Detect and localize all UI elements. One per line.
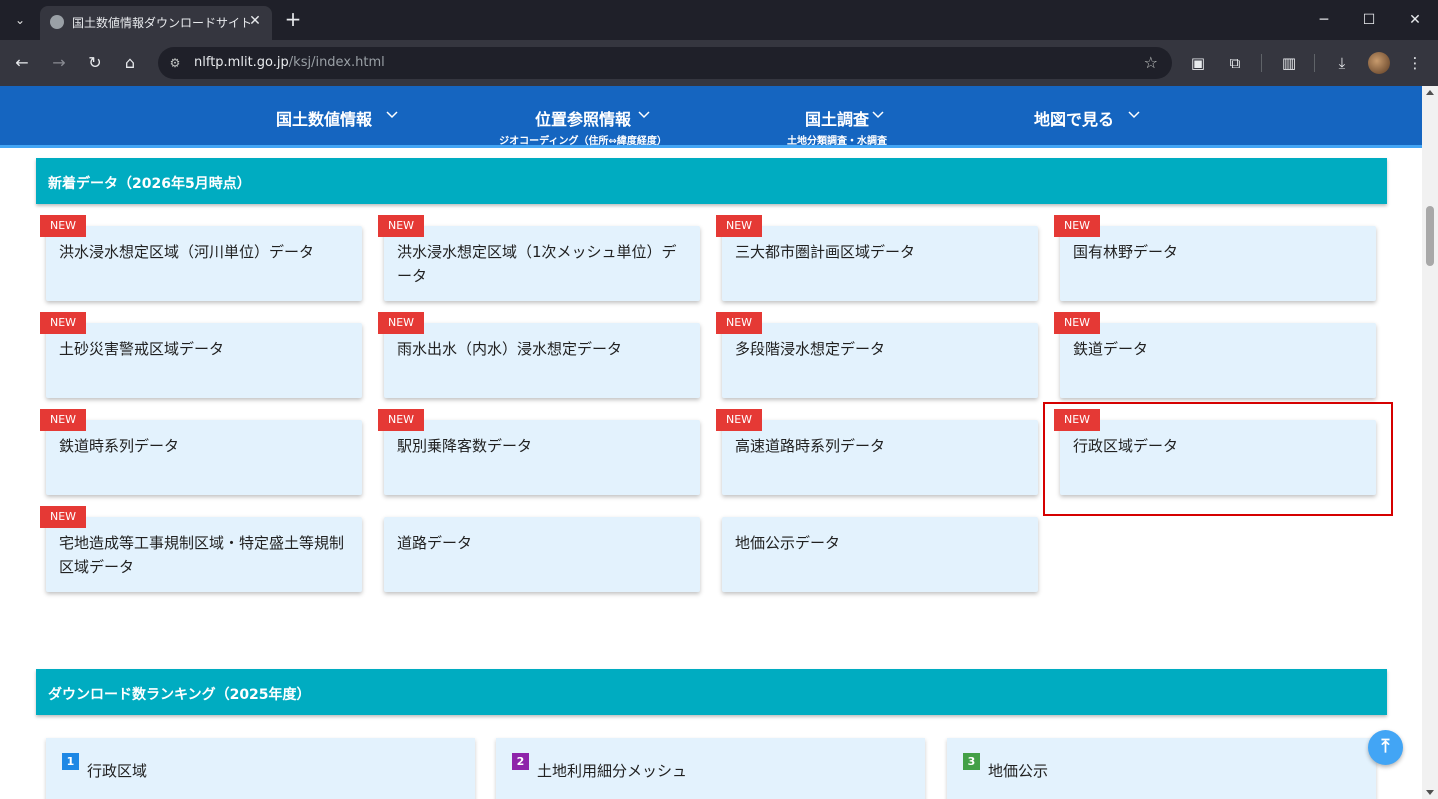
data-card[interactable]: 雨水出水（内水）浸水想定データ xyxy=(384,323,700,398)
ranking-heading: ダウンロード数ランキング（2025年度） xyxy=(36,669,1387,715)
data-card[interactable]: 国有林野データ xyxy=(1060,226,1376,301)
ranking-card-1[interactable]: 1 行政区域 xyxy=(46,738,475,799)
data-card[interactable]: 鉄道時系列データ xyxy=(46,420,362,495)
tab-search-chevron-icon[interactable]: ⌄ xyxy=(8,8,32,32)
extensions-icon[interactable]: ⧉ xyxy=(1223,51,1247,75)
nav-label: 国土数値情報 xyxy=(276,110,373,129)
card-label: 高速道路時系列データ xyxy=(735,437,886,455)
data-card[interactable]: 多段階浸水想定データ xyxy=(722,323,1038,398)
card-label: 洪水浸水想定区域（河川単位）データ xyxy=(59,243,315,261)
new-badge: NEW xyxy=(1054,312,1100,334)
scroll-down-arrow-icon[interactable] xyxy=(1426,790,1434,795)
rank-number: 3 xyxy=(963,753,980,770)
toolbar-divider xyxy=(1261,54,1262,72)
scroll-up-arrow-icon[interactable] xyxy=(1426,90,1434,95)
card-label: 地価公示データ xyxy=(735,534,841,552)
data-card[interactable]: 洪水浸水想定区域（河川単位）データ xyxy=(46,226,362,301)
scroll-to-top-button[interactable]: ⤒ xyxy=(1368,730,1403,765)
forward-icon[interactable]: → xyxy=(47,51,71,75)
profile-avatar[interactable] xyxy=(1368,52,1390,74)
card-label: 三大都市圏計画区域データ xyxy=(735,243,916,261)
maximize-icon[interactable]: ☐ xyxy=(1357,8,1381,32)
data-card[interactable]: 鉄道データ xyxy=(1060,323,1376,398)
new-badge: NEW xyxy=(40,215,86,237)
new-badge: NEW xyxy=(378,409,424,431)
new-tab-icon[interactable]: + xyxy=(282,8,304,30)
rank-label: 行政区域 xyxy=(87,762,148,780)
bookmark-star-icon[interactable]: ☆ xyxy=(1144,53,1158,72)
ranking-card-3[interactable]: 3 地価公示 xyxy=(947,738,1376,799)
rank-number: 1 xyxy=(62,753,79,770)
card-label: 多段階浸水想定データ xyxy=(735,340,886,358)
browser-toolbar: ← → ↻ ⌂ ⚙ nlftp.mlit.go.jp/ksj/index.htm… xyxy=(0,40,1438,86)
data-card[interactable]: 高速道路時系列データ xyxy=(722,420,1038,495)
toolbar-divider xyxy=(1314,54,1315,72)
back-icon[interactable]: ← xyxy=(10,51,34,75)
rank-label: 地価公示 xyxy=(988,762,1049,780)
tab-title: 国土数値情報ダウンロードサイト xyxy=(72,16,253,30)
rank-number: 2 xyxy=(512,753,529,770)
browser-tabbar: ⌄ 国土数値情報ダウンロードサイト ✕ + ─ ☐ ✕ xyxy=(0,0,1438,40)
card-label: 雨水出水（内水）浸水想定データ xyxy=(397,340,623,358)
cast-icon[interactable]: ▣ xyxy=(1186,51,1210,75)
site-header: 国土数値情報 位置参照情報 ジオコーディング（住所⇔緯度経度） 国土調査 土地分… xyxy=(0,86,1422,148)
download-icon[interactable]: ⤓ xyxy=(1330,51,1354,75)
reload-icon[interactable]: ↻ xyxy=(83,51,107,75)
new-badge: NEW xyxy=(40,506,86,528)
data-card[interactable]: 三大都市圏計画区域データ xyxy=(722,226,1038,301)
data-card[interactable]: 道路データ xyxy=(384,517,700,592)
more-menu-icon[interactable]: ⋮ xyxy=(1403,51,1427,75)
card-label: 道路データ xyxy=(397,534,473,552)
card-label: 洪水浸水想定区域（1次メッシュ単位）データ xyxy=(397,243,677,285)
chevron-down-icon[interactable] xyxy=(1128,108,1140,120)
new-badge: NEW xyxy=(716,215,762,237)
chevron-down-icon[interactable] xyxy=(386,108,398,120)
new-badge: NEW xyxy=(716,312,762,334)
url-text[interactable]: nlftp.mlit.go.jp/ksj/index.html xyxy=(194,55,385,70)
new-badge: NEW xyxy=(1054,215,1100,237)
nav-item-ksj[interactable]: 国土数値情報 xyxy=(276,86,372,145)
data-card[interactable]: 宅地造成等工事規制区域・特定盛土等規制区域データ xyxy=(46,517,362,592)
card-label: 宅地造成等工事規制区域・特定盛土等規制区域データ xyxy=(59,534,345,576)
home-icon[interactable]: ⌂ xyxy=(118,51,142,75)
close-window-icon[interactable]: ✕ xyxy=(1403,8,1427,32)
data-card[interactable]: 駅別乗降客数データ xyxy=(384,420,700,495)
card-label: 国有林野データ xyxy=(1073,243,1179,261)
minimize-icon[interactable]: ─ xyxy=(1312,8,1336,32)
nav-sublabel: 土地分類調査・水調査 xyxy=(787,136,887,147)
data-card[interactable]: 土砂災害警戒区域データ xyxy=(46,323,362,398)
new-badge: NEW xyxy=(40,409,86,431)
new-badge: NEW xyxy=(40,312,86,334)
new-data-heading: 新着データ（2026年5月時点） xyxy=(36,158,1387,204)
chevron-down-icon[interactable] xyxy=(872,108,884,120)
address-bar[interactable]: ⚙ nlftp.mlit.go.jp/ksj/index.html ☆ xyxy=(158,47,1172,79)
nav-item-map[interactable]: 地図で見る xyxy=(1030,86,1118,145)
scroll-thumb[interactable] xyxy=(1426,206,1434,266)
page-scrollbar[interactable] xyxy=(1422,86,1438,799)
card-label: 鉄道データ xyxy=(1073,340,1149,358)
nav-sublabel: ジオコーディング（住所⇔緯度経度） xyxy=(499,136,667,147)
close-tab-icon[interactable]: ✕ xyxy=(246,12,264,30)
new-badge: NEW xyxy=(716,409,762,431)
chevron-down-icon[interactable] xyxy=(638,108,650,120)
site-info-icon[interactable]: ⚙ xyxy=(166,54,184,72)
data-card[interactable]: 地価公示データ xyxy=(722,517,1038,592)
highlight-box xyxy=(1043,402,1393,516)
card-label: 土砂災害警戒区域データ xyxy=(59,340,225,358)
page-content: 新着データ（2026年5月時点） 洪水浸水想定区域（河川単位）データ NEW 洪水浸… xyxy=(0,148,1422,799)
new-badge: NEW xyxy=(378,312,424,334)
data-card[interactable]: 洪水浸水想定区域（1次メッシュ単位）データ xyxy=(384,226,700,301)
ranking-card-2[interactable]: 2 土地利用細分メッシュ xyxy=(496,738,925,799)
browser-tab[interactable]: 国土数値情報ダウンロードサイト ✕ xyxy=(40,6,272,40)
nav-label: 地図で見る xyxy=(1033,110,1114,129)
globe-icon xyxy=(50,15,64,29)
card-label: 駅別乗降客数データ xyxy=(397,437,533,455)
card-label: 鉄道時系列データ xyxy=(59,437,180,455)
arrow-up-icon: ⤒ xyxy=(1381,736,1390,757)
rank-label: 土地利用細分メッシュ xyxy=(537,762,688,780)
reading-list-icon[interactable]: ▥ xyxy=(1277,51,1301,75)
new-badge: NEW xyxy=(378,215,424,237)
